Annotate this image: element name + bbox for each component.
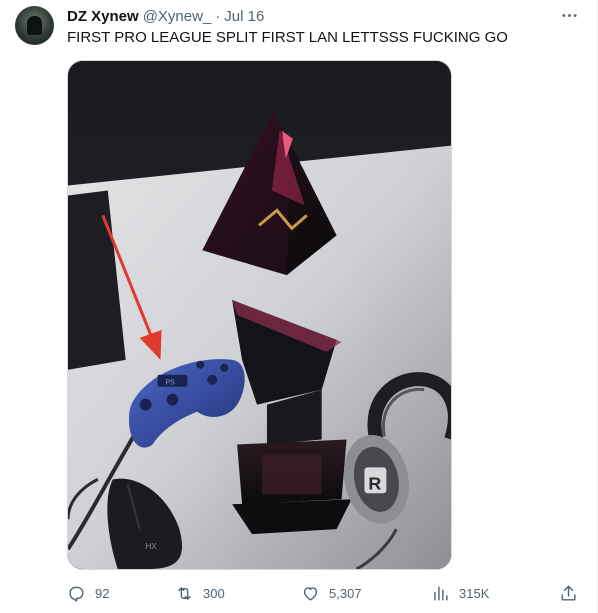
retweet-icon xyxy=(178,586,191,600)
more-icon xyxy=(561,13,577,17)
views-count: 315K xyxy=(459,585,490,601)
share-icon xyxy=(561,585,576,601)
like-button[interactable]: 5,307 xyxy=(301,580,362,606)
author-name[interactable]: DZ Xynew xyxy=(67,8,139,25)
retweet-button[interactable]: 300 xyxy=(175,580,225,606)
retweet-count: 300 xyxy=(203,585,225,601)
like-count: 5,307 xyxy=(329,585,362,601)
tweet-text: FIRST PRO LEAGUE SPLIT FIRST LAN LETTSSS… xyxy=(67,29,508,46)
views-button[interactable]: 315K xyxy=(431,580,489,606)
more-button[interactable] xyxy=(559,7,579,23)
tweet-date[interactable]: Jul 16 xyxy=(224,8,264,25)
author-handle[interactable]: @Xynew_ xyxy=(143,8,212,25)
reply-count: 92 xyxy=(95,585,110,601)
trophy-plaque xyxy=(261,454,322,495)
tweet[interactable]: DZ Xynew @Xynew_ · Jul 16 FIRST PRO LEAG… xyxy=(0,0,598,613)
mouse-logo: HX xyxy=(146,542,158,551)
action-bar: 92 300 5,307 315K xyxy=(67,580,585,606)
tweet-header: DZ Xynew @Xynew_ · Jul 16 xyxy=(67,6,264,26)
photo-scene: PS HX R xyxy=(68,61,451,569)
headset-letter: R xyxy=(368,473,381,493)
views-icon xyxy=(434,585,448,601)
avatar-figure xyxy=(27,16,42,35)
separator-dot: · xyxy=(215,7,221,25)
avatar[interactable] xyxy=(15,6,54,45)
reply-icon xyxy=(69,586,84,602)
heart-icon xyxy=(303,586,318,601)
reply-button[interactable]: 92 xyxy=(67,580,109,606)
controller-logo: PS xyxy=(165,380,175,387)
share-button[interactable] xyxy=(559,580,578,606)
tweet-photo[interactable]: PS HX R xyxy=(67,60,452,570)
trophy-foot xyxy=(232,499,352,535)
